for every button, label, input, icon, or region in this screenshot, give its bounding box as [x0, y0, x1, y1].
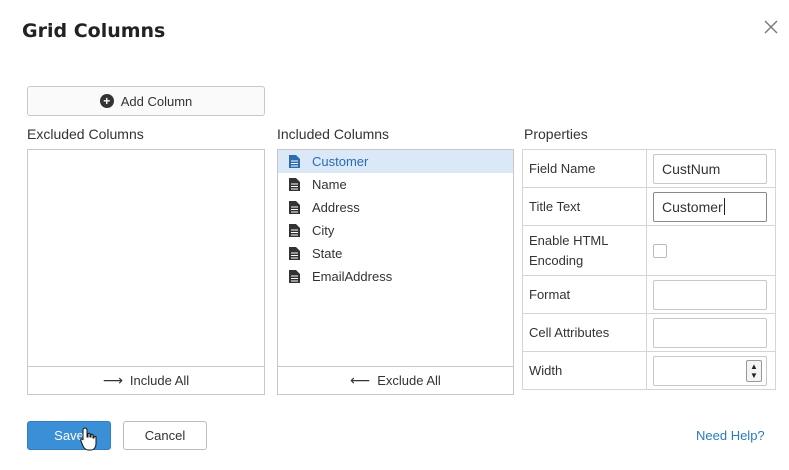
title-text-label: Title Text — [522, 187, 647, 226]
document-icon — [289, 247, 300, 260]
property-row-field-name: Field Name CustNum — [522, 149, 776, 188]
included-column-label: EmailAddress — [312, 269, 393, 284]
included-columns-list[interactable]: Customer Name Address City State EmailAddress… — [277, 149, 514, 395]
document-icon — [289, 224, 300, 237]
property-row-cell-attributes: Cell Attributes — [522, 313, 776, 352]
enable-html-checkbox[interactable] — [653, 243, 667, 258]
format-label: Format — [522, 275, 647, 314]
exclude-all-button[interactable]: ⟵ Exclude All — [278, 366, 513, 394]
add-column-label: Add Column — [120, 93, 193, 109]
included-column-item[interactable]: EmailAddress — [278, 265, 513, 288]
document-icon — [289, 201, 300, 214]
property-row-format: Format — [522, 275, 776, 314]
arrow-right-icon: ⟶ — [102, 372, 123, 388]
properties-table: Field Name CustNum Title Text Customer E… — [522, 149, 776, 390]
included-column-label: City — [312, 223, 335, 238]
cell-attributes-input[interactable] — [653, 317, 767, 348]
included-column-label: State — [312, 246, 343, 261]
stepper-buttons[interactable]: ▲ ▼ — [746, 359, 762, 382]
property-row-width: Width ▲ ▼ — [522, 351, 776, 390]
plus-circle-icon: + — [99, 94, 114, 108]
included-items: Customer Name Address City State EmailAddress — [278, 150, 513, 288]
title-text-input[interactable]: Customer — [653, 191, 767, 222]
field-name-label: Field Name — [522, 149, 647, 188]
cancel-button[interactable]: Cancel — [123, 421, 207, 450]
chevron-up-icon[interactable]: ▲ — [750, 362, 758, 371]
cancel-label: Cancel — [144, 428, 186, 443]
chevron-down-icon[interactable]: ▼ — [750, 371, 758, 380]
close-icon[interactable] — [760, 16, 782, 38]
add-column-button[interactable]: + Add Column — [27, 86, 265, 116]
title-text-value: Customer — [662, 198, 723, 215]
property-row-enable-html: Enable HTML Encoding — [522, 225, 776, 276]
document-icon — [289, 270, 300, 283]
included-columns-heading: Included Columns — [277, 126, 390, 142]
exclude-all-label: Exclude All — [377, 373, 441, 388]
properties-heading: Properties — [524, 126, 588, 142]
included-column-label: Address — [312, 200, 360, 215]
included-column-item[interactable]: State — [278, 242, 513, 265]
included-column-label: Customer — [312, 154, 369, 169]
include-all-button[interactable]: ⟶ Include All — [28, 366, 264, 394]
width-stepper[interactable]: ▲ ▼ — [653, 355, 767, 386]
field-name-value: CustNum — [662, 160, 721, 177]
enable-html-label: Enable HTML Encoding — [522, 225, 647, 276]
included-column-item[interactable]: Address — [278, 196, 513, 219]
property-row-title-text: Title Text Customer — [522, 187, 776, 226]
excluded-columns-heading: Excluded Columns — [27, 126, 144, 142]
format-input[interactable] — [653, 279, 767, 310]
arrow-left-icon: ⟵ — [350, 372, 371, 388]
text-cursor — [723, 198, 725, 215]
included-column-item[interactable]: Name — [278, 173, 513, 196]
dialog-title: Grid Columns — [22, 20, 166, 42]
width-label: Width — [522, 351, 647, 390]
need-help-link[interactable]: Need Help? — [696, 428, 765, 443]
include-all-label: Include All — [129, 373, 190, 388]
field-name-input[interactable]: CustNum — [653, 153, 767, 184]
document-icon — [289, 178, 300, 191]
excluded-columns-list[interactable]: ⟶ Include All — [27, 149, 265, 395]
hand-cursor-icon — [80, 427, 97, 451]
document-icon — [289, 155, 300, 168]
included-column-item[interactable]: Customer — [278, 150, 513, 173]
cell-attributes-label: Cell Attributes — [522, 313, 647, 352]
included-column-label: Name — [312, 177, 347, 192]
included-column-item[interactable]: City — [278, 219, 513, 242]
